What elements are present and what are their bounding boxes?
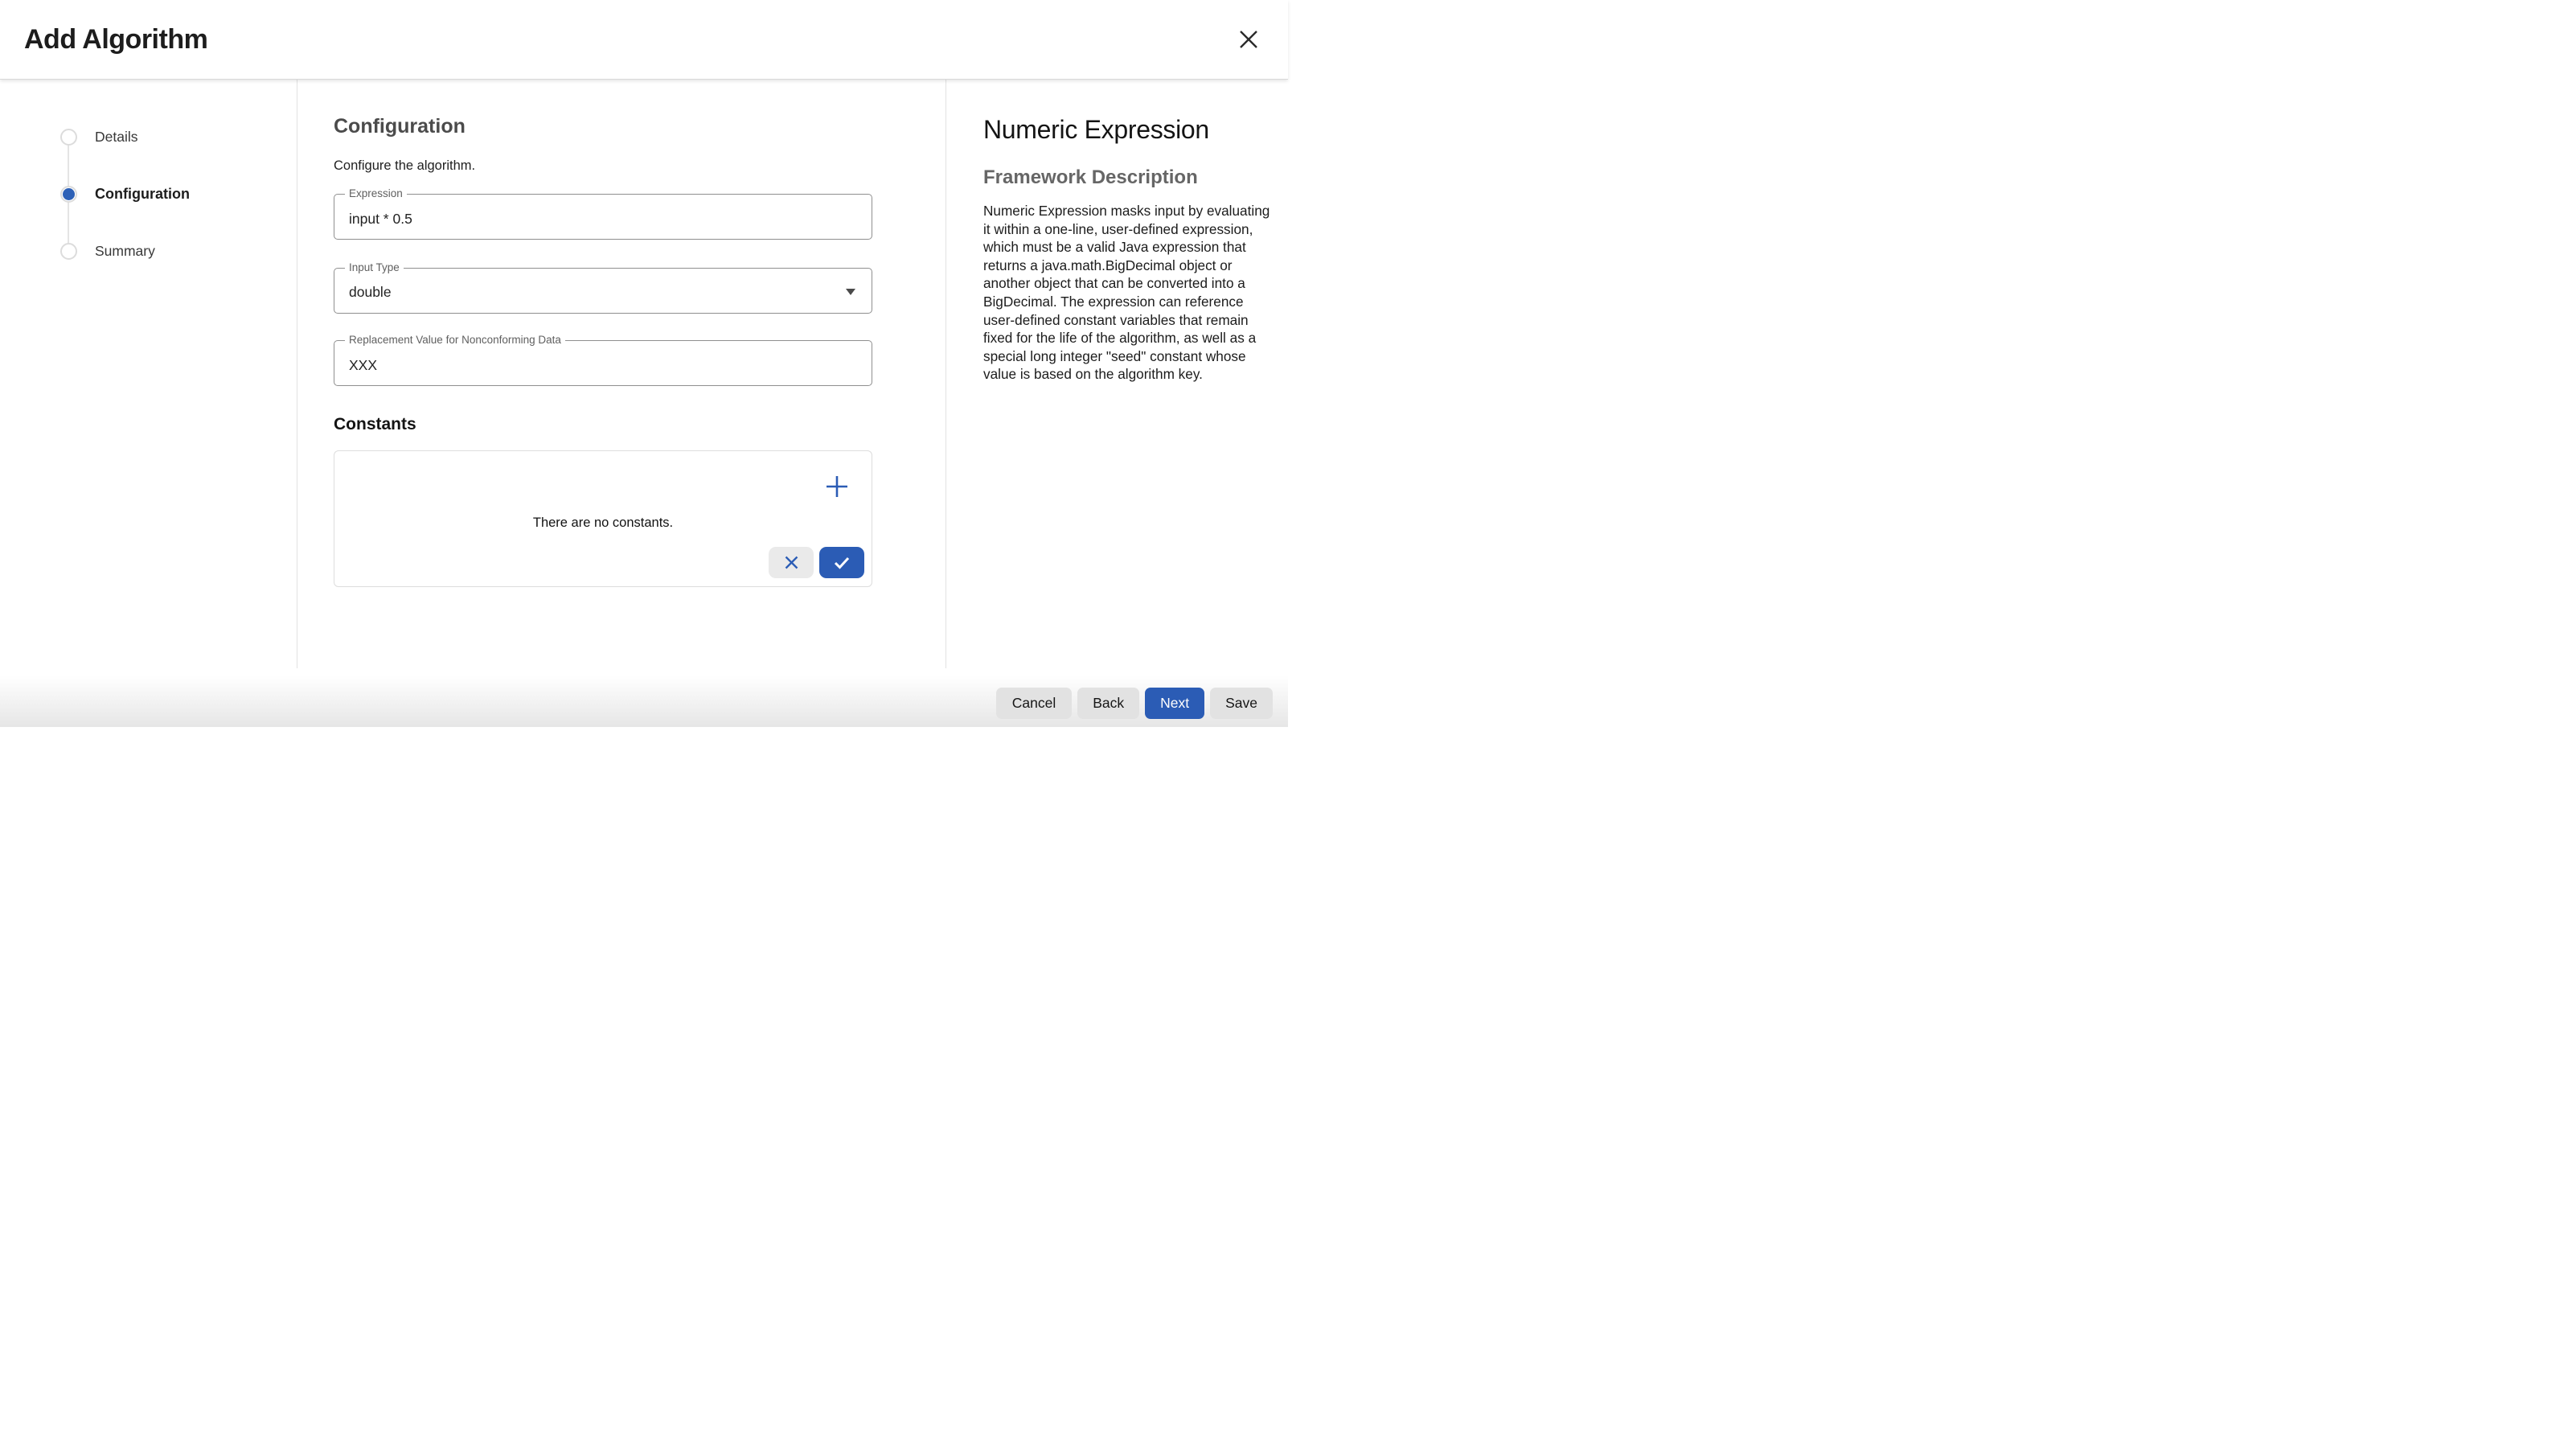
section-heading: Configuration: [334, 115, 872, 138]
framework-title: Numeric Expression: [983, 115, 1275, 145]
stepper: Details Configuration Summary: [0, 109, 297, 280]
expression-field[interactable]: Expression: [334, 194, 872, 240]
info-panel: Numeric Expression Framework Description…: [947, 80, 1288, 668]
constants-actions: [769, 547, 864, 578]
plus-icon[interactable]: [826, 475, 848, 498]
replacement-value-input[interactable]: [334, 341, 872, 385]
framework-description-text: Numeric Expression masks input by evalua…: [983, 202, 1275, 384]
constants-confirm-button[interactable]: [819, 547, 864, 578]
step-circle-icon: [60, 129, 77, 146]
replacement-value-field[interactable]: Replacement Value for Nonconforming Data: [334, 340, 872, 386]
configuration-panel: Configuration Configure the algorithm. E…: [297, 80, 946, 668]
x-icon: [784, 555, 799, 570]
framework-description-heading: Framework Description: [983, 166, 1275, 189]
input-type-value: double: [349, 284, 392, 301]
cancel-button[interactable]: Cancel: [996, 688, 1072, 719]
dialog-header: Add Algorithm: [0, 0, 1288, 80]
check-icon: [834, 557, 850, 569]
input-type-label: Input Type: [345, 261, 404, 273]
section-subheading: Configure the algorithm.: [334, 158, 872, 174]
stepper-item-configuration[interactable]: Configuration: [0, 166, 297, 223]
stepper-item-details[interactable]: Details: [0, 109, 297, 166]
stepper-panel: Details Configuration Summary: [0, 80, 297, 668]
step-circle-icon: [60, 243, 77, 260]
step-circle-active-icon: [60, 186, 77, 203]
back-button[interactable]: Back: [1077, 688, 1139, 719]
step-label: Details: [95, 129, 138, 146]
dialog-body: Details Configuration Summary Configurat…: [0, 80, 1288, 668]
input-type-select[interactable]: Input Type double: [334, 268, 872, 314]
constants-card: There are no constants.: [334, 450, 872, 587]
step-label: Summary: [95, 243, 155, 260]
constants-empty-message: There are no constants.: [334, 515, 872, 531]
expression-input[interactable]: [334, 195, 872, 239]
constants-cancel-button[interactable]: [769, 547, 814, 578]
constants-heading: Constants: [334, 415, 872, 434]
save-button[interactable]: Save: [1210, 688, 1273, 719]
close-icon: [1237, 27, 1261, 51]
close-button[interactable]: [1233, 24, 1264, 55]
next-button[interactable]: Next: [1145, 688, 1204, 719]
footer-actions: Cancel Back Next Save: [996, 688, 1273, 719]
stepper-item-summary[interactable]: Summary: [0, 223, 297, 280]
chevron-down-icon: [846, 289, 855, 295]
dialog-title: Add Algorithm: [24, 24, 207, 55]
step-label: Configuration: [95, 186, 190, 203]
